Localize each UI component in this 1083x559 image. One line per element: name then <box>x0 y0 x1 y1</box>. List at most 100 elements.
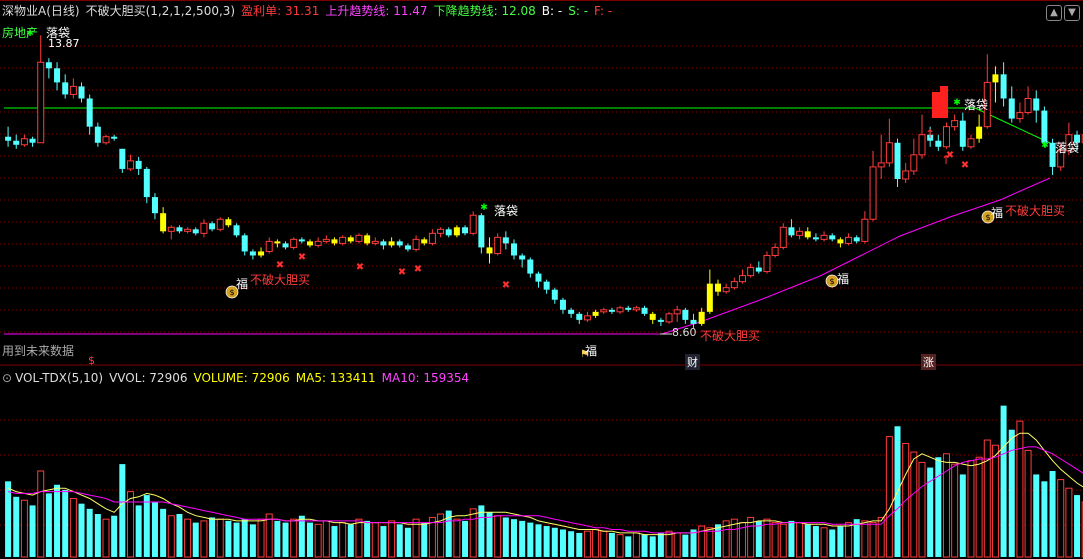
marker-dollar[interactable]: $ <box>88 354 95 367</box>
candle-body-up <box>632 307 640 311</box>
candle-body <box>5 136 12 141</box>
volume-bar-down <box>502 517 509 557</box>
sector-label[interactable]: 房地产 <box>2 24 38 41</box>
candle-body-up <box>796 230 804 236</box>
volume-bar-down <box>78 503 85 557</box>
volume-bar-up <box>991 444 999 558</box>
volume-bar-up <box>877 516 885 558</box>
volume-bar-down <box>274 520 281 557</box>
candle-body <box>527 259 534 274</box>
volume-bar-up <box>885 436 893 558</box>
candle-body <box>592 311 599 316</box>
money-bag-symbol: $ <box>985 213 990 222</box>
volume-bar-down <box>62 489 69 557</box>
candle-body <box>78 86 85 99</box>
candle-body <box>698 311 705 324</box>
luodai-marker: ✱ <box>953 98 961 108</box>
panel-toggle-icon[interactable]: ⊙ <box>2 371 12 385</box>
luodai-label-4: 落袋 <box>494 204 519 218</box>
candle-body-up <box>102 136 110 144</box>
stock-title[interactable]: 深物业A(日线) <box>2 4 80 18</box>
candle-body <box>380 241 387 246</box>
candle-body-up <box>665 313 673 323</box>
volume-bar-up <box>20 499 28 558</box>
volume-bar-down <box>715 524 721 557</box>
candle-body <box>625 307 632 310</box>
sell-x-marker: ✖ <box>276 260 284 271</box>
sell-x-marker: ✖ <box>398 267 406 278</box>
volume-bar-down <box>209 517 216 557</box>
volume-bar-down <box>568 531 575 557</box>
candle-body <box>347 237 354 242</box>
volume-bar-down <box>151 501 158 557</box>
candle-body <box>641 307 648 314</box>
candle-body-up <box>673 309 681 315</box>
candle-body <box>478 215 485 248</box>
volume-value: 72906 <box>251 371 290 385</box>
candle-body-up <box>877 162 885 168</box>
buy-label-2: 不破大胆买 <box>700 329 761 343</box>
candle-body-up <box>942 126 950 148</box>
volume-bars <box>5 405 1083 558</box>
candle-body <box>160 213 167 232</box>
candle-body <box>388 241 395 246</box>
candle-body-up <box>869 166 877 220</box>
money-bag-symbol: $ <box>829 277 834 286</box>
volume-bar-down <box>576 532 583 557</box>
volume-bar-up <box>1065 487 1073 558</box>
chevron-up-icon[interactable]: ▲ <box>1046 5 1062 21</box>
volume-bar-up <box>412 518 420 558</box>
volume-bar-down <box>111 515 118 557</box>
vol-indicator-name[interactable]: VOL-TDX(5,10) <box>15 371 103 385</box>
candle-body <box>755 267 762 272</box>
candle-body-up <box>861 218 869 242</box>
candle-body <box>502 237 509 244</box>
candle-body <box>404 245 411 250</box>
candle-body <box>396 241 403 246</box>
candle-body-up <box>910 154 918 172</box>
candle-body-up <box>469 214 477 234</box>
candle-body <box>894 142 901 179</box>
volume-bar-down <box>364 520 371 557</box>
luodai-label-2: 落袋 <box>964 98 989 112</box>
volume-bar-up <box>1024 449 1032 558</box>
candle-body-up <box>779 226 787 248</box>
volume-header: ⊙ VOL-TDX(5,10) VVOL: 72906 VOLUME: 72906 MA… <box>2 371 470 385</box>
candle-body <box>649 313 656 320</box>
volume-bar-down <box>657 532 664 557</box>
volume-bar-up <box>355 518 363 558</box>
candle-body <box>576 313 583 320</box>
indicator-name[interactable]: 不破大胆买(1,2,1,2,500,3) <box>86 4 236 18</box>
candle-body <box>519 255 526 260</box>
volume-bar-down <box>1049 471 1056 557</box>
candle-body-up <box>200 222 208 234</box>
marker-cai[interactable]: 财 <box>685 354 700 370</box>
vvol-value: 72906 <box>149 371 188 385</box>
candle-body <box>559 299 566 310</box>
volume-bar-down <box>94 514 101 557</box>
candle-body <box>151 197 158 214</box>
chevron-down-icon[interactable]: ▼ <box>1064 5 1080 21</box>
volume-bar-down <box>649 536 656 557</box>
volume-bar-down <box>45 493 52 557</box>
candle-body <box>1041 110 1048 143</box>
volume-bar-down <box>192 522 199 557</box>
volume-bar-down <box>380 526 387 557</box>
volume-bar-down <box>519 520 526 557</box>
candle-body <box>788 227 795 236</box>
candle-body <box>935 140 942 147</box>
volume-bar-up <box>184 518 192 558</box>
volume-bar-down <box>176 514 183 557</box>
candlesticks <box>5 35 1083 328</box>
volume-bar-down <box>535 524 542 557</box>
volume-bar-down <box>1041 481 1048 557</box>
kline-chart[interactable]: ✖✖✖ ✖ ✖✖✖✖↑↑✱✱✱✱$$$⚑ <box>0 0 1083 559</box>
volume-bar-up <box>322 520 330 558</box>
volume-bar-down <box>625 536 632 557</box>
ma10-value: 159354 <box>423 371 470 385</box>
candle-body-up <box>339 236 347 244</box>
marker-zhang[interactable]: 涨 <box>921 354 936 370</box>
volume-bar-up <box>869 522 877 558</box>
s-signal: S: - <box>568 4 589 18</box>
sell-x-marker: ✖ <box>961 160 969 171</box>
